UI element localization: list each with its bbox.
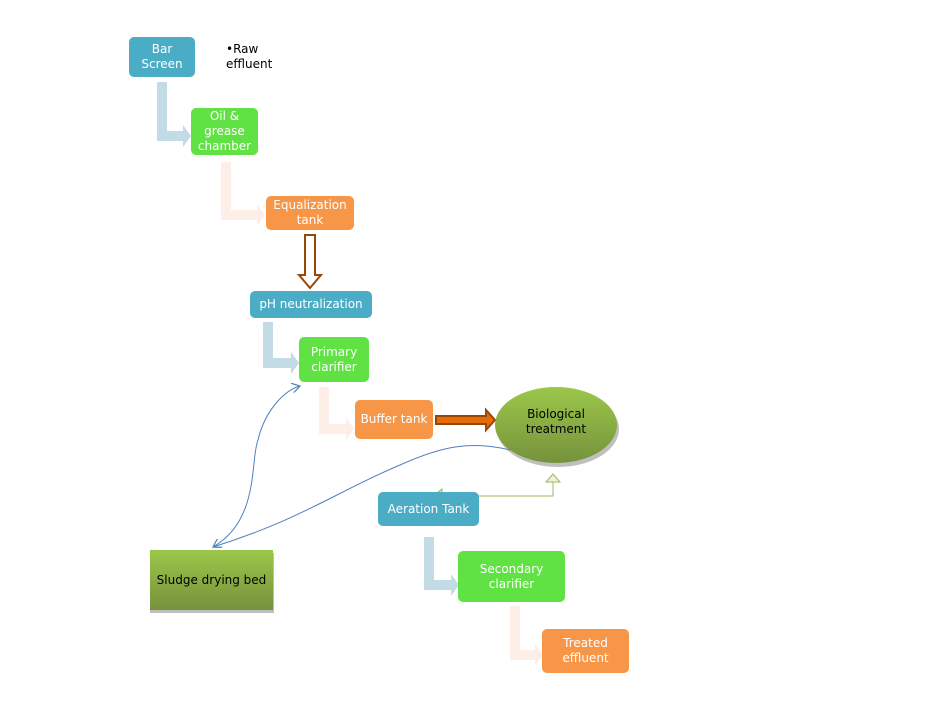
sludge-drying-bed-node[interactable]: Sludge drying bed [150, 550, 273, 610]
bar-screen-node[interactable]: Bar Screen [129, 37, 195, 77]
treated-effluent-node[interactable]: Treated effluent [542, 629, 629, 673]
diagram-canvas: Bar Screen •Raw effluent Oil & grease ch… [0, 0, 939, 713]
oil-grease-node[interactable]: Oil & grease chamber [191, 108, 258, 155]
primary-clarifier-node[interactable]: Primary clarifier [299, 337, 369, 382]
biological-treatment-label: Biological treatment [525, 407, 587, 436]
arrow-buffer-to-biological [435, 407, 497, 433]
buffer-tank-node[interactable]: Buffer tank [355, 400, 433, 439]
triangle-up-icon [544, 473, 562, 483]
elbow-arrow-ph-to-primary [263, 322, 299, 374]
secondary-clarifier-node[interactable]: Secondary clarifier [458, 551, 565, 602]
raw-effluent-label: •Raw effluent [226, 42, 273, 71]
elbow-arrow-aeration-to-secondary [424, 537, 459, 596]
ph-neutralization-node[interactable]: pH neutralization [250, 291, 372, 318]
hollow-arrow-equalization-to-ph [296, 234, 324, 290]
aeration-tank-node[interactable]: Aeration Tank [378, 492, 479, 526]
equalization-node[interactable]: Equalization tank [266, 196, 354, 230]
elbow-arrow-secondary-to-treated [510, 606, 543, 666]
sludge-return-curve [213, 386, 300, 547]
elbow-arrow-oil-to-equalization [221, 162, 265, 226]
elbow-arrow-bar-to-oil [157, 82, 191, 147]
connectors [150, 82, 619, 666]
elbow-arrow-primary-to-buffer [319, 387, 354, 440]
